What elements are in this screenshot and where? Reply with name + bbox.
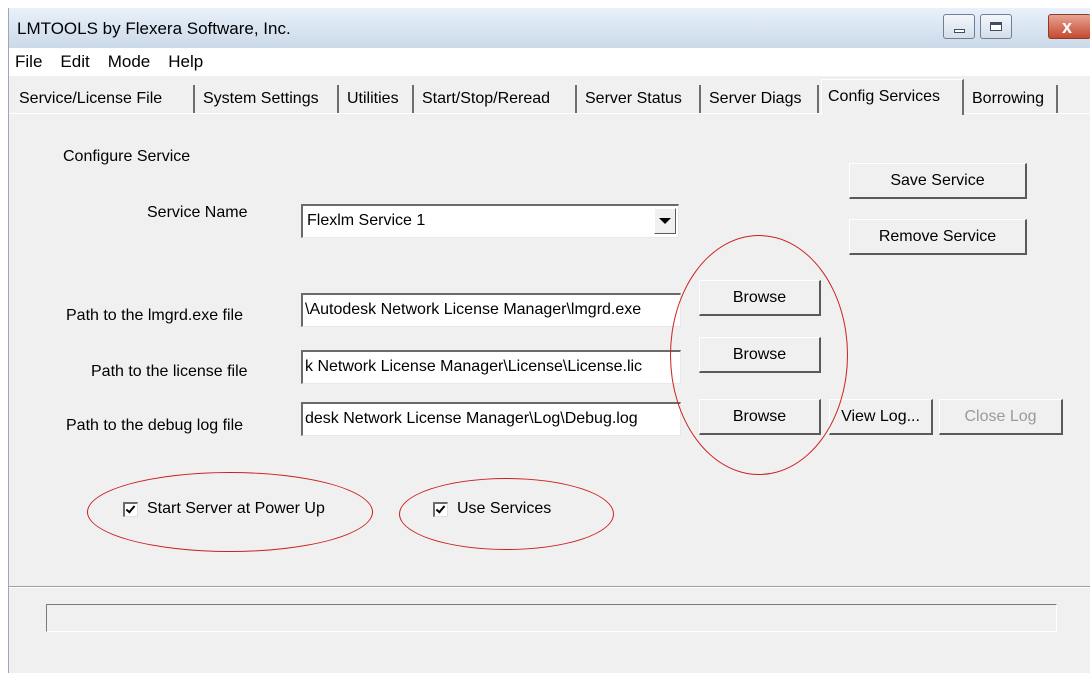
lmgrd-path-field[interactable]: \Autodesk Network License Manager\lmgrd.… — [301, 293, 681, 327]
configure-service-label: Configure Service — [63, 148, 191, 165]
service-name-select[interactable]: Flexlm Service 1 — [301, 204, 679, 238]
tab-system-settings[interactable]: System Settings — [197, 85, 339, 114]
tab-borrowing[interactable]: Borrowing — [966, 85, 1058, 114]
service-name-value: Flexlm Service 1 — [307, 212, 426, 229]
lmtools-window: LMTOOLS by Flexera Software, Inc. x File… — [8, 8, 1090, 673]
debug-log-path-label: Path to the debug log file — [66, 417, 244, 434]
chevron-down-icon — [659, 218, 671, 224]
close-button[interactable]: x — [1048, 14, 1090, 39]
tab-start-stop-reread[interactable]: Start/Stop/Reread — [416, 85, 577, 114]
start-at-power-up-row[interactable]: Start Server at Power Up — [123, 500, 325, 518]
remove-service-button[interactable]: Remove Service — [849, 219, 1027, 255]
tab-server-status[interactable]: Server Status — [579, 85, 701, 114]
maximize-button[interactable] — [980, 14, 1012, 39]
close-icon: x — [1061, 16, 1072, 37]
menu-bar: File Edit Mode Help — [9, 48, 1090, 76]
debug-log-path-field[interactable]: desk Network License Manager\Log\Debug.l… — [301, 402, 681, 436]
service-name-dropdown-button[interactable] — [654, 208, 676, 234]
license-path-label: Path to the license file — [91, 363, 248, 380]
status-bar — [46, 604, 1057, 632]
menu-edit[interactable]: Edit — [60, 52, 89, 72]
lmgrd-path-label: Path to the lmgrd.exe file — [66, 307, 243, 324]
tab-config-services[interactable]: Config Services — [821, 79, 964, 115]
start-at-power-up-label: Start Server at Power Up — [147, 500, 325, 517]
view-log-button[interactable]: View Log... — [829, 399, 933, 435]
use-services-row[interactable]: Use Services — [433, 500, 551, 518]
menu-mode[interactable]: Mode — [108, 52, 151, 72]
browse-license-button[interactable]: Browse — [699, 337, 821, 373]
tab-server-diags[interactable]: Server Diags — [703, 85, 819, 114]
checkmark-icon — [125, 502, 136, 514]
menu-help[interactable]: Help — [168, 52, 203, 72]
title-bar[interactable]: LMTOOLS by Flexera Software, Inc. x — [9, 8, 1090, 48]
status-divider-highlight — [9, 587, 1090, 588]
license-path-field[interactable]: k Network License Manager\License\Licens… — [301, 350, 681, 384]
menu-file[interactable]: File — [15, 52, 42, 72]
close-log-button[interactable]: Close Log — [939, 399, 1063, 435]
use-services-label: Use Services — [457, 500, 552, 517]
tab-strip: Service/License File System Settings Uti… — [9, 76, 1090, 115]
minimize-button[interactable] — [943, 14, 975, 39]
use-services-checkbox[interactable] — [433, 501, 448, 517]
browse-debug-log-button[interactable]: Browse — [699, 399, 821, 435]
checkmark-icon — [435, 502, 446, 514]
tab-utilities[interactable]: Utilities — [341, 85, 414, 114]
minimize-icon — [953, 28, 965, 33]
maximize-icon — [990, 22, 1002, 31]
tab-service-license-file[interactable]: Service/License File — [13, 85, 195, 114]
service-name-label: Service Name — [147, 204, 248, 221]
start-at-power-up-checkbox[interactable] — [123, 501, 138, 517]
save-service-button[interactable]: Save Service — [849, 163, 1027, 199]
window-title: LMTOOLS by Flexera Software, Inc. — [17, 19, 291, 38]
browse-lmgrd-button[interactable]: Browse — [699, 280, 821, 316]
